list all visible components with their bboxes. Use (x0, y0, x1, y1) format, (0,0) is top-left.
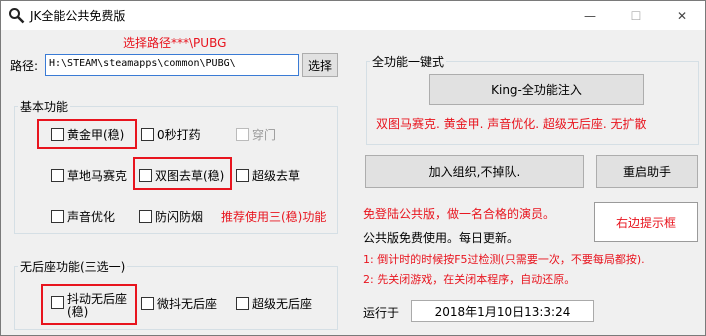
checkbox-box[interactable] (141, 128, 154, 141)
checkbox-box[interactable] (236, 169, 249, 182)
close-button[interactable]: ✕ (659, 1, 705, 30)
inject-all-button[interactable]: King-全功能注入 (429, 74, 644, 105)
notice-line-3: 1: 倒计时的时候按F5过检测(只需要一次，不要每局都按). (363, 253, 645, 266)
checkbox-box[interactable] (51, 210, 64, 223)
tip-box: 右边提示框 (594, 202, 698, 242)
checkbox-label: 草地马赛克 (67, 169, 128, 183)
join-group-button[interactable]: 加入组织,不掉队. (365, 155, 584, 188)
oneclick-group-title: 全功能一键式 (370, 53, 447, 70)
checkbox-box[interactable] (139, 210, 152, 223)
checkbox-sound-opt[interactable]: 声音优化 (51, 208, 115, 225)
window-title: JK全能公共免费版 (30, 9, 126, 23)
magnifier-icon (9, 8, 25, 24)
checkbox-box (236, 128, 249, 141)
path-input[interactable]: H:\STEAM\steamapps\common\PUBG\ (45, 54, 299, 76)
title-bar[interactable]: JK全能公共免费版 — ☐ ✕ (1, 1, 705, 30)
checkbox-grass-mosaic[interactable]: 草地马赛克 (51, 167, 127, 184)
restart-button[interactable]: 重启助手 (596, 155, 698, 188)
checkbox-box[interactable] (236, 297, 249, 310)
path-hint: 选择路径***\PUBG (123, 36, 227, 50)
checkbox-box[interactable] (51, 169, 64, 182)
checkbox-label: 0秒打药 (157, 128, 201, 142)
path-label: 路径: (10, 59, 39, 73)
checkbox-super-grass-remove[interactable]: 超级去草 (236, 167, 300, 184)
highlight-frame (41, 284, 137, 325)
checkbox-label: 超级无后座 (252, 297, 313, 311)
checkbox-box[interactable] (141, 297, 154, 310)
status-label: 运行于 (363, 306, 400, 320)
checkbox-super-norecoil[interactable]: 超级无后座 (236, 295, 312, 312)
highlight-frame (37, 119, 137, 149)
recommend-text: 推荐使用三(稳)功能 (221, 210, 327, 224)
checkbox-label: 超级去草 (252, 169, 301, 183)
checkbox-label: 穿门 (252, 128, 277, 142)
maximize-button[interactable]: ☐ (613, 1, 659, 30)
checkbox-label: 防闪防烟 (155, 210, 204, 224)
checkbox-label: 微抖无后座 (157, 297, 218, 311)
status-time: 2018年1月10日13:3:24 (411, 300, 594, 322)
client-area: 选择路径***\PUBG 路径: H:\STEAM\steamapps\comm… (1, 30, 705, 335)
minimize-button[interactable]: — (567, 1, 613, 30)
oneclick-description: 双图马赛克. 黄金甲. 声音优化. 超级无后座. 无扩散 (376, 117, 647, 131)
checkbox-micro-shake-norecoil[interactable]: 微抖无后座 (141, 295, 217, 312)
notice-line-2: 公共版免费使用。每日更新。 (363, 231, 520, 245)
checkbox-through-door: 穿门 (236, 126, 276, 143)
checkbox-zero-sec-heal[interactable]: 0秒打药 (141, 126, 201, 143)
browse-button[interactable]: 选择 (302, 53, 338, 77)
notice-line-4: 2: 先关闭游戏，在关闭本程序，自动还原。 (363, 273, 576, 286)
highlight-frame (133, 157, 232, 190)
checkbox-anti-flash-smoke[interactable]: 防闪防烟 (139, 208, 203, 225)
app-window: JK全能公共免费版 — ☐ ✕ 选择路径***\PUBG 路径: H:\STEA… (0, 0, 706, 336)
checkbox-label: 声音优化 (67, 210, 116, 224)
basic-group-title: 基本功能 (18, 98, 71, 115)
norecoil-group-title: 无后座功能(三选一) (18, 258, 128, 275)
notice-line-1: 免登陆公共版，做一名合格的演员。 (363, 207, 556, 221)
